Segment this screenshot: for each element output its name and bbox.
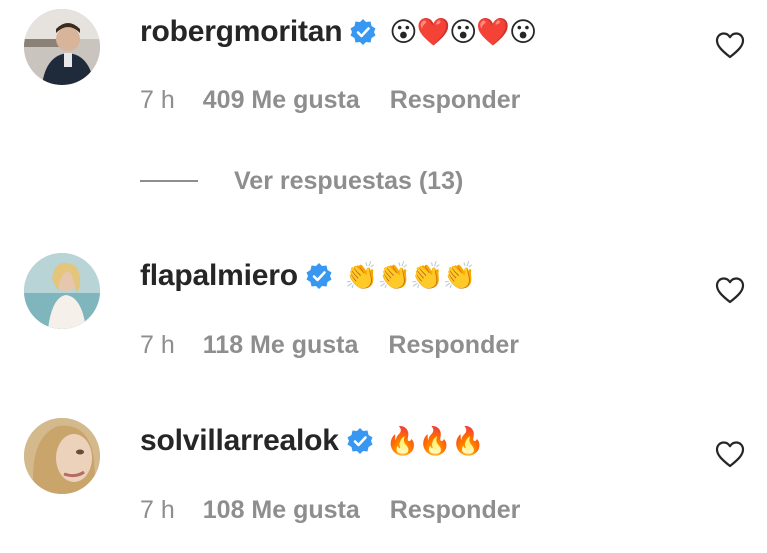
comment-header: flapalmiero 👏👏👏👏 — [140, 256, 476, 296]
view-replies-label: Ver respuestas (13) — [234, 166, 464, 195]
username[interactable]: solvillarrealok — [140, 424, 339, 458]
username[interactable]: robergmoritan — [140, 15, 343, 49]
like-button[interactable] — [714, 29, 746, 61]
comment-header: solvillarrealok 🔥🔥🔥 — [140, 421, 485, 461]
like-button[interactable] — [714, 274, 746, 306]
timestamp: 7 h — [140, 85, 175, 114]
avatar[interactable] — [24, 253, 100, 329]
verified-badge-icon — [305, 262, 333, 290]
comment-header: robergmoritan 😮❤️😮❤️😮 — [140, 12, 537, 52]
heart-outline-icon — [715, 32, 745, 59]
likes-count[interactable]: 409 Me gusta — [203, 86, 360, 115]
replies-divider — [140, 180, 198, 182]
likes-count[interactable]: 108 Me gusta — [203, 496, 360, 525]
verified-badge-icon — [349, 18, 377, 46]
likes-count[interactable]: 118 Me gusta — [203, 331, 359, 360]
timestamp: 7 h — [140, 330, 175, 359]
comment-text: 😮❤️😮❤️😮 — [389, 16, 537, 48]
timestamp: 7 h — [140, 495, 175, 524]
heart-outline-icon — [715, 441, 745, 468]
comment-text: 🔥🔥🔥 — [385, 425, 485, 457]
comment-meta: 7 h 108 Me gusta Responder — [140, 492, 520, 528]
comment-text: 👏👏👏👏 — [344, 260, 476, 292]
reply-button[interactable]: Responder — [390, 496, 521, 525]
comment-meta: 7 h 409 Me gusta Responder — [140, 82, 520, 118]
view-replies-button[interactable]: Ver respuestas (13) — [140, 163, 463, 199]
verified-badge-icon — [346, 427, 374, 455]
reply-button[interactable]: Responder — [390, 86, 521, 115]
avatar[interactable] — [24, 9, 100, 85]
avatar[interactable] — [24, 418, 100, 494]
reply-button[interactable]: Responder — [388, 331, 519, 360]
like-button[interactable] — [714, 438, 746, 470]
username[interactable]: flapalmiero — [140, 259, 298, 293]
heart-outline-icon — [715, 277, 745, 304]
comment-meta: 7 h 118 Me gusta Responder — [140, 327, 519, 363]
